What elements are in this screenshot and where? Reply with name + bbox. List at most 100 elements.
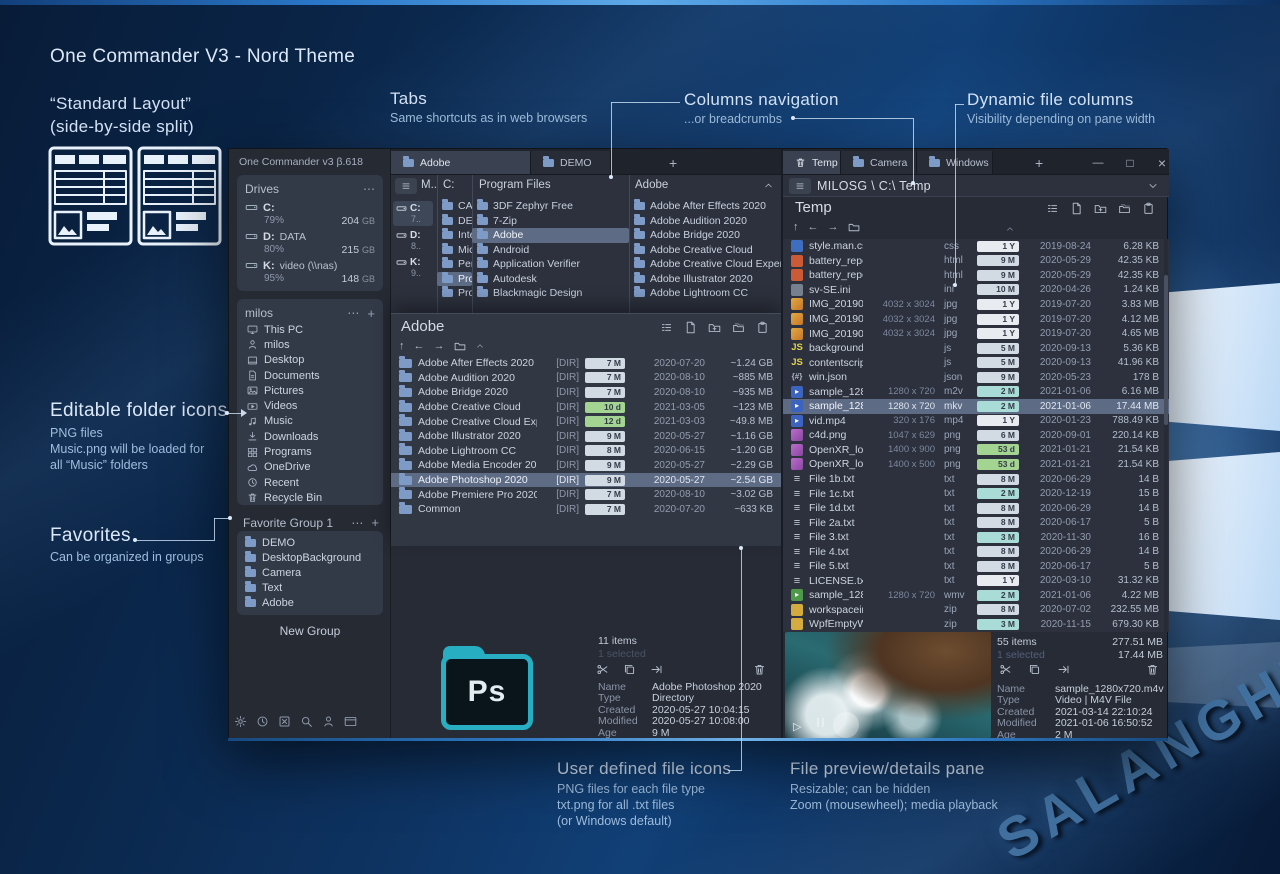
drive-item-k-[interactable]: K: video (\\nas) 95% 148 GB [245, 259, 375, 285]
copy-icon[interactable] [1028, 663, 1041, 676]
sidebar-item-pictures[interactable]: Pictures [245, 383, 375, 398]
column-header-adobe[interactable]: Adobe [635, 179, 668, 191]
sort-icon[interactable] [1005, 224, 1015, 234]
favorite-item-desktopbackground[interactable]: DesktopBackground [245, 550, 375, 565]
file-row[interactable]: IMG_20190720_151026.jpg 4032 x 3024 jpg … [783, 312, 1169, 327]
folder-row[interactable]: Adobe Illustrator 2020 [629, 271, 781, 287]
new-file-icon[interactable] [1070, 202, 1083, 215]
play-icon[interactable]: ▷ [793, 720, 801, 733]
more-icon[interactable]: ⋯ [363, 182, 375, 196]
cut-icon[interactable] [999, 663, 1012, 676]
duplicate-icon[interactable] [1118, 202, 1131, 215]
new-tab-button[interactable]: + [1035, 152, 1043, 175]
tab-demo[interactable]: DEMO [531, 151, 611, 174]
file-row[interactable]: ≡ File 2a.txt txt 8 M 2020-06-17 5 B [783, 515, 1169, 530]
search-icon[interactable] [300, 715, 313, 728]
folder-row[interactable]: Adobe Bridge 2020 [629, 228, 781, 243]
folder-row[interactable]: CAM [437, 199, 472, 214]
folder-row[interactable]: Autodesk [472, 271, 629, 287]
sidebar-item-recycle-bin[interactable]: Recycle Bin [245, 490, 375, 505]
duplicate-icon[interactable] [732, 321, 745, 334]
drive-item-c-[interactable]: C: 79% 204 GB [245, 201, 375, 227]
new-folder-icon[interactable] [1094, 202, 1107, 215]
file-row[interactable]: Adobe Lightroom CC [DIR] 8 M 2020-06-15 … [391, 443, 781, 459]
new-group-button[interactable]: New Group [251, 623, 369, 639]
file-row[interactable]: ≡ File 1c.txt txt 2 M 2020-12-19 15 B [783, 486, 1169, 501]
folder-row[interactable]: Adobe Creative Cloud [629, 242, 781, 258]
file-row[interactable]: Common [DIR] 7 M 2020-07-20 ~633 KB [391, 501, 781, 517]
paste-icon[interactable] [756, 321, 769, 334]
tab-adobe[interactable]: Adobe [391, 151, 531, 174]
folder-row[interactable]: DEM [437, 213, 472, 229]
user-icon[interactable] [322, 715, 335, 728]
new-file-icon[interactable] [684, 321, 697, 334]
file-row[interactable]: Adobe Premiere Pro 2020 [DIR] 7 M 2020-0… [391, 487, 781, 502]
more-icon[interactable]: ⋯ [347, 306, 359, 320]
history-icon[interactable] [256, 715, 269, 728]
file-row[interactable]: ≡ File 5.txt txt 8 M 2020-06-17 5 B [783, 559, 1169, 574]
tab-temp[interactable]: Temp [783, 151, 841, 174]
file-row[interactable]: Adobe Illustrator 2020 [DIR] 9 M 2020-05… [391, 428, 781, 444]
more-icon[interactable]: ⋯ [351, 516, 363, 530]
close-button[interactable]: × [1147, 152, 1177, 175]
file-row[interactable]: OpenXR_logo (01a).png 1400 x 500 png 53 … [783, 457, 1169, 472]
file-row[interactable]: IMG_20190720_151106.jpg 4032 x 3024 jpg … [783, 326, 1169, 341]
sort-icon[interactable] [475, 341, 485, 351]
file-row[interactable]: JS contentscript.js js 5 M 2020-09-13 41… [783, 355, 1169, 370]
sidebar-item-documents[interactable]: Documents [245, 368, 375, 383]
menu-button[interactable] [395, 178, 417, 194]
add-icon[interactable]: + [367, 306, 375, 321]
new-folder-icon[interactable] [708, 321, 721, 334]
sidebar-item-milos[interactable]: milos [245, 337, 375, 352]
file-row[interactable]: c4d.png 1047 x 629 png 6 M 2020-09-01 22… [783, 428, 1169, 443]
folder-row[interactable]: Android [472, 242, 629, 258]
sidebar-item-onedrive[interactable]: OneDrive [245, 460, 375, 475]
delete-icon[interactable] [1146, 663, 1159, 676]
folder-row[interactable]: Inte [437, 228, 472, 243]
theme-icon[interactable] [278, 715, 291, 728]
drive-item-c-[interactable]: C: 7.. [393, 201, 433, 226]
sidebar-item-desktop[interactable]: Desktop [245, 353, 375, 368]
file-row[interactable]: sv-SE.ini ini 10 M 2020-04-26 1.24 KB [783, 283, 1169, 298]
file-row[interactable]: {#} win.json json 9 M 2020-05-23 178 B [783, 370, 1169, 385]
file-row[interactable]: ▸ sample_1280x720.wmv 1280 x 720 wmv 2 M… [783, 588, 1169, 603]
file-row[interactable]: OpenXR_logo (01).png 1400 x 900 png 53 d… [783, 443, 1169, 458]
scrub-knob[interactable] [833, 712, 859, 738]
drive-item-k-[interactable]: K: 9.. [393, 255, 433, 280]
column-header-m-[interactable]: M.. [421, 179, 437, 191]
maximize-button[interactable]: □ [1115, 152, 1145, 175]
file-row[interactable]: battery_report.html html 9 M 2020-05-29 … [783, 254, 1169, 269]
favorite-item-adobe[interactable]: Adobe [245, 595, 375, 610]
copy-icon[interactable] [623, 663, 636, 676]
pause-icon[interactable] [815, 714, 825, 732]
file-row[interactable]: Adobe Creative Cloud [DIR] 10 d 2021-03-… [391, 399, 781, 415]
forward-icon[interactable]: → [828, 221, 839, 233]
folder-row[interactable]: Prog [437, 271, 472, 286]
file-row[interactable]: Adobe Audition 2020 [DIR] 7 M 2020-08-10… [391, 370, 781, 386]
folder-row[interactable]: Adobe Audition 2020 [629, 213, 781, 229]
file-row[interactable]: JS background.js js 5 M 2020-09-13 5.36 … [783, 341, 1169, 356]
details-view-icon[interactable] [1046, 202, 1059, 215]
cut-icon[interactable] [596, 663, 609, 676]
favorite-item-demo[interactable]: DEMO [245, 535, 375, 550]
file-row[interactable]: ≡ File 4.txt txt 8 M 2020-06-29 14 B [783, 544, 1169, 559]
layout-icon[interactable] [344, 715, 357, 728]
settings-icon[interactable] [234, 715, 247, 728]
column-header-c-[interactable]: C: [443, 179, 455, 191]
folder-row[interactable]: Adobe [472, 228, 629, 243]
sidebar-item-music[interactable]: Music [245, 414, 375, 429]
file-row[interactable]: battery_report2.html html 9 M 2020-05-29… [783, 268, 1169, 283]
file-row[interactable]: ≡ LICENSE.txt txt 1 Y 2020-03-10 31.32 K… [783, 574, 1169, 589]
file-row[interactable]: Adobe Media Encoder 2020 [DIR] 9 M 2020-… [391, 457, 781, 473]
folder-up-icon[interactable] [848, 221, 860, 233]
sidebar-item-downloads[interactable]: Downloads [245, 429, 375, 444]
rename-icon[interactable] [1057, 663, 1070, 676]
forward-icon[interactable]: → [434, 340, 445, 352]
file-row[interactable]: ▸ vid.mp4 320 x 176 mp4 1 Y 2020-01-23 7… [783, 414, 1169, 429]
back-icon[interactable]: ← [808, 221, 819, 233]
file-row[interactable]: ≡ File 1d.txt txt 8 M 2020-06-29 14 B [783, 501, 1169, 516]
up-icon[interactable]: ↑ [399, 340, 405, 352]
file-row[interactable]: Adobe Creative Cloud Experience [DIR] 12… [391, 414, 781, 429]
menu-button[interactable] [789, 178, 811, 194]
rename-icon[interactable] [650, 663, 663, 676]
